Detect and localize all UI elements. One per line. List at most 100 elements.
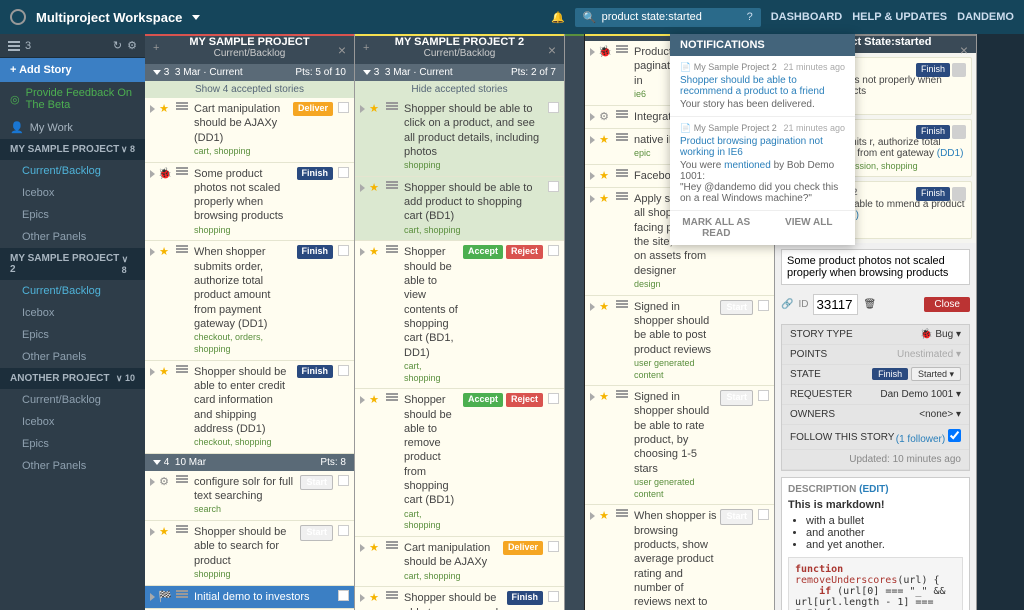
finish-button[interactable]: Finish <box>916 187 950 201</box>
story-action-button[interactable]: Start <box>300 475 333 491</box>
search-box[interactable]: 🔍 ? <box>575 8 761 27</box>
nav-user[interactable]: DANDEMO <box>957 11 1014 23</box>
my-work-link[interactable]: 👤 My Work <box>0 116 145 139</box>
story-checkbox[interactable] <box>548 393 559 404</box>
story-row[interactable]: ★ Shopper should be able to view content… <box>355 241 564 389</box>
story-action-button[interactable]: Reject <box>506 393 543 407</box>
expand-icon[interactable] <box>360 396 365 404</box>
iteration-header[interactable]: 3 3 Mar · Current Pts: 2 of 7 <box>355 64 564 81</box>
story-action-button[interactable]: Deliver <box>293 102 333 116</box>
story-action-button[interactable]: Reject <box>506 245 543 259</box>
estimate-icon[interactable] <box>613 509 631 517</box>
expand-icon[interactable] <box>360 184 365 192</box>
story-action-button[interactable]: Start <box>300 525 333 541</box>
estimate-icon[interactable] <box>613 390 631 398</box>
expand-icon[interactable] <box>150 248 155 256</box>
story-checkbox[interactable] <box>338 590 349 601</box>
notification-item[interactable]: 📄 My Sample Project 221 minutes ago Prod… <box>670 117 855 211</box>
search-input[interactable] <box>602 11 742 23</box>
story-row[interactable]: ★ Shopper should be able to click on a p… <box>355 98 564 177</box>
estimate-icon[interactable] <box>173 245 191 253</box>
story-checkbox[interactable] <box>548 102 559 113</box>
expand-icon[interactable] <box>150 528 155 536</box>
story-checkbox[interactable] <box>338 167 349 178</box>
close-icon[interactable]: × <box>548 42 556 58</box>
story-checkbox[interactable] <box>548 245 559 256</box>
expand-icon[interactable] <box>150 170 155 178</box>
nav-dashboard[interactable]: DASHBOARD <box>771 11 843 23</box>
close-button[interactable]: Close <box>924 297 970 312</box>
estimate-icon[interactable] <box>613 169 631 177</box>
sidebar-panel-link[interactable]: Current/Backlog <box>0 280 145 302</box>
story-row[interactable]: ★ Shopper should be able to search for p… <box>145 521 354 586</box>
add-icon[interactable]: + <box>363 42 369 54</box>
notifications-bell-icon[interactable]: 🔔 <box>551 11 565 24</box>
panel-body[interactable]: 3 3 Mar · Current Pts: 2 of 7 Hide accep… <box>355 64 564 610</box>
sidebar-project-header[interactable]: MY SAMPLE PROJECT∨ 8 <box>0 139 145 160</box>
story-checkbox[interactable] <box>758 390 769 401</box>
story-checkbox[interactable] <box>548 591 559 602</box>
story-checkbox[interactable] <box>758 509 769 520</box>
expand-icon[interactable] <box>360 594 365 602</box>
estimate-icon[interactable] <box>613 45 631 53</box>
sidebar-panel-link[interactable]: Epics <box>0 324 145 346</box>
story-action-button[interactable]: Accept <box>463 245 503 259</box>
workspace-name[interactable]: Multiproject Workspace <box>36 10 182 25</box>
story-action-button[interactable]: Finish <box>297 167 334 181</box>
estimate-icon[interactable] <box>383 245 401 253</box>
notification-item[interactable]: 📄 My Sample Project 221 minutes ago Shop… <box>670 56 855 117</box>
estimate-icon[interactable] <box>383 591 401 599</box>
story-checkbox[interactable] <box>338 475 349 486</box>
add-story-button[interactable]: + Add Story <box>0 58 145 82</box>
story-action-button[interactable]: Finish <box>507 591 544 605</box>
settings-icon[interactable]: ⚙ <box>127 39 137 52</box>
search-help-icon[interactable]: ? <box>747 11 753 23</box>
story-checkbox[interactable] <box>338 102 349 113</box>
panel-body[interactable]: 3 3 Mar · Current Pts: 5 of 10 Show 4 ac… <box>145 64 354 610</box>
finish-button[interactable]: Finish <box>916 63 950 77</box>
sidebar-project-header[interactable]: ANOTHER PROJECT∨ 10 <box>0 368 145 389</box>
expand-icon[interactable] <box>590 512 595 520</box>
expand-icon[interactable] <box>590 195 595 203</box>
story-action-button[interactable]: Start <box>720 509 753 525</box>
sidebar-panel-link[interactable]: Epics <box>0 204 145 226</box>
sidebar-panel-link[interactable]: Current/Backlog <box>0 389 145 411</box>
expand-icon[interactable] <box>150 478 155 486</box>
refresh-icon[interactable]: ↻ <box>113 39 122 52</box>
estimate-icon[interactable] <box>383 541 401 549</box>
expand-icon[interactable] <box>590 393 595 401</box>
estimate-icon[interactable] <box>383 393 401 401</box>
sidebar-panel-link[interactable]: Other Panels <box>0 455 145 477</box>
view-all-link[interactable]: VIEW ALL <box>763 211 856 245</box>
sidebar-panel-link[interactable]: Icebox <box>0 411 145 433</box>
story-row[interactable]: ★ Signed in shopper should be able to po… <box>585 296 774 387</box>
finish-button[interactable]: Finish <box>872 368 908 380</box>
expand-icon[interactable] <box>590 136 595 144</box>
story-action-button[interactable]: Start <box>720 390 753 406</box>
mark-all-read-link[interactable]: MARK ALL AS READ <box>670 211 763 245</box>
sidebar-panel-link[interactable]: Other Panels <box>0 346 145 368</box>
expand-icon[interactable] <box>590 48 595 56</box>
story-row[interactable]: ★ When shopper submits order, authorize … <box>145 241 354 360</box>
show-accepted-toggle[interactable]: Show 4 accepted stories <box>145 81 354 98</box>
story-row[interactable]: 🏁 Initial demo to investors <box>145 586 354 609</box>
expand-icon[interactable] <box>590 172 595 180</box>
sidebar-panel-link[interactable]: Icebox <box>0 302 145 324</box>
story-title-input[interactable]: Some product photos not scaled properly … <box>781 249 970 285</box>
story-checkbox[interactable] <box>758 300 769 311</box>
sidebar-panel-link[interactable]: Epics <box>0 433 145 455</box>
story-row[interactable]: ⚙ configure solr for full text searching… <box>145 471 354 521</box>
pin-icon[interactable] <box>952 187 966 201</box>
expand-icon[interactable] <box>360 544 365 552</box>
story-action-button[interactable]: Finish <box>297 365 334 379</box>
sidebar-panel-link[interactable]: Current/Backlog <box>0 160 145 182</box>
nav-help[interactable]: HELP & UPDATES <box>852 11 947 23</box>
hamburger-icon[interactable] <box>8 41 20 51</box>
iteration-header[interactable]: 3 3 Mar · Current Pts: 5 of 10 <box>145 64 354 81</box>
expand-icon[interactable] <box>360 105 365 113</box>
story-row[interactable]: ★ Cart manipulation should be AJAXy cart… <box>355 537 564 587</box>
story-row[interactable]: 🐞 Some product photos not scaled properl… <box>145 163 354 242</box>
sidebar-panel-link[interactable]: Other Panels <box>0 226 145 248</box>
close-icon[interactable]: × <box>960 42 968 58</box>
link-icon[interactable]: 🔗 <box>781 299 793 310</box>
